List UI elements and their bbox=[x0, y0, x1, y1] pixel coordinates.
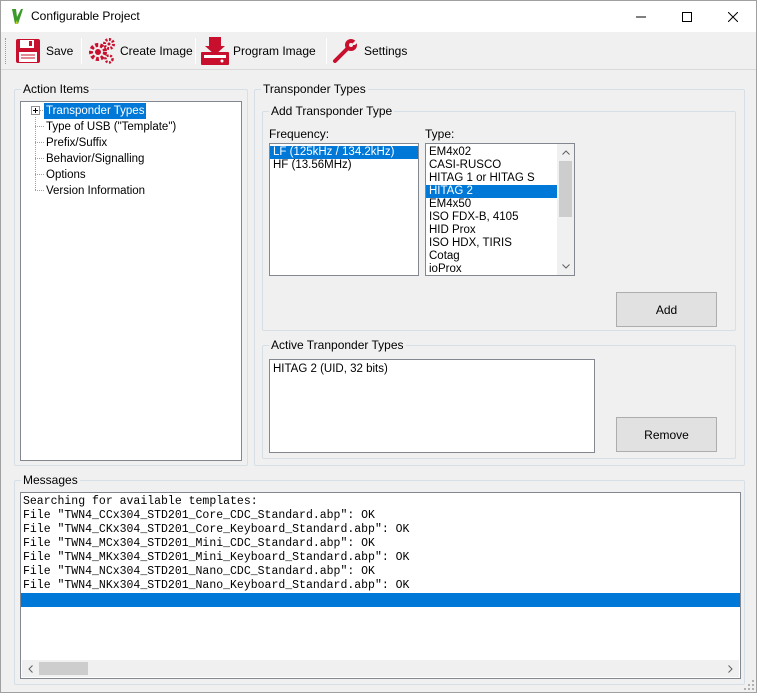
active-types-listbox[interactable]: HITAG 2 (UID, 32 bits) bbox=[269, 359, 595, 453]
transponder-types-title: Transponder Types bbox=[261, 82, 368, 96]
active-transponder-types-group: Active Tranponder Types HITAG 2 (UID, 32… bbox=[262, 338, 736, 459]
create-image-button[interactable]: Create Image bbox=[87, 35, 193, 67]
add-transponder-type-title: Add Transponder Type bbox=[269, 104, 395, 118]
scroll-left-button[interactable] bbox=[22, 660, 39, 677]
tree-item-version-information[interactable]: Version Information bbox=[44, 183, 147, 199]
type-list-scrollbar[interactable] bbox=[557, 144, 574, 275]
tree-item-prefix-suffix[interactable]: Prefix/Suffix bbox=[44, 135, 109, 151]
active-type-item[interactable]: HITAG 2 (UID, 32 bits) bbox=[270, 363, 594, 376]
save-button[interactable]: Save bbox=[13, 35, 73, 67]
frequency-option[interactable]: LF (125kHz / 134.2kHz) bbox=[270, 146, 418, 159]
close-icon bbox=[728, 11, 738, 22]
program-image-button[interactable]: Program Image bbox=[200, 35, 316, 67]
type-option[interactable]: ISO HDX, TIRIS bbox=[426, 237, 557, 250]
action-items-group: Action Items Transponder Types Type of U… bbox=[14, 82, 248, 466]
frequency-listbox[interactable]: LF (125kHz / 134.2kHz) HF (13.56MHz) bbox=[269, 143, 419, 276]
transponder-types-group: Transponder Types Add Transponder Type F… bbox=[254, 82, 745, 466]
chevron-up-icon bbox=[561, 150, 570, 155]
settings-button-label: Settings bbox=[364, 44, 408, 58]
type-option[interactable]: ISO FDX-B, 4105 bbox=[426, 211, 557, 224]
type-option[interactable]: HITAG 2 bbox=[426, 185, 557, 198]
settings-button[interactable]: Settings bbox=[331, 35, 407, 67]
toolbar-separator bbox=[326, 38, 327, 64]
program-image-button-label: Program Image bbox=[233, 44, 316, 58]
type-option[interactable]: HID Prox bbox=[426, 224, 557, 237]
toolbar-separator bbox=[81, 38, 82, 64]
type-option[interactable]: EM4x50 bbox=[426, 198, 557, 211]
type-label: Type: bbox=[425, 127, 455, 141]
message-line: File "TWN4_CKx304_STD201_Core_Keyboard_S… bbox=[23, 523, 410, 536]
message-line-selected[interactable] bbox=[21, 593, 740, 607]
tree-item-options[interactable]: Options bbox=[44, 167, 88, 183]
tree-item-transponder-types[interactable]: Transponder Types bbox=[44, 103, 147, 119]
chevron-left-icon bbox=[28, 664, 33, 673]
create-image-button-label: Create Image bbox=[120, 44, 193, 58]
toolbar: Save Create Image Program Image Settings bbox=[1, 32, 756, 70]
message-line: File "TWN4_CCx304_STD201_Core_CDC_Standa… bbox=[23, 509, 375, 522]
toolbar-separator bbox=[195, 38, 196, 64]
save-button-label: Save bbox=[46, 44, 74, 58]
floppy-disk-icon bbox=[16, 39, 40, 63]
message-line: Searching for available templates: bbox=[23, 495, 258, 508]
message-line: File "TWN4_MCx304_STD201_Mini_CDC_Standa… bbox=[23, 537, 375, 550]
main-window: Configurable Project Save Create Image P… bbox=[0, 0, 757, 693]
action-items-title: Action Items bbox=[21, 82, 92, 96]
messages-horizontal-scrollbar[interactable] bbox=[22, 660, 739, 677]
maximize-icon bbox=[682, 11, 692, 22]
type-listbox[interactable]: EM4x02 CASI-RUSCO HITAG 1 or HITAG S HIT… bbox=[425, 143, 575, 276]
title-bar[interactable]: Configurable Project bbox=[1, 1, 756, 32]
toolbar-grip[interactable] bbox=[5, 38, 8, 64]
wrench-icon bbox=[333, 37, 359, 63]
gears-icon bbox=[89, 38, 115, 64]
window-title: Configurable Project bbox=[31, 9, 140, 23]
scroll-thumb[interactable] bbox=[559, 161, 572, 217]
messages-title: Messages bbox=[21, 473, 80, 487]
chevron-right-icon bbox=[728, 664, 733, 673]
download-to-device-icon bbox=[201, 37, 229, 65]
messages-log[interactable]: Searching for available templates: File … bbox=[20, 492, 741, 679]
frequency-option[interactable]: HF (13.56MHz) bbox=[270, 159, 418, 172]
message-line: File "TWN4_NCx304_STD201_Nano_CDC_Standa… bbox=[23, 565, 375, 578]
action-items-tree[interactable]: Transponder Types Type of USB ("Template… bbox=[20, 101, 242, 461]
horizontal-scroll-thumb[interactable] bbox=[39, 662, 88, 675]
scroll-up-button[interactable] bbox=[557, 144, 574, 161]
type-option[interactable]: ioProx bbox=[426, 263, 557, 275]
minimize-icon bbox=[636, 16, 646, 17]
maximize-button[interactable] bbox=[664, 1, 710, 32]
message-line: File "TWN4_NKx304_STD201_Nano_Keyboard_S… bbox=[23, 579, 410, 592]
remove-button[interactable]: Remove bbox=[616, 417, 717, 452]
tree-item-type-of-usb[interactable]: Type of USB ("Template") bbox=[44, 119, 178, 135]
messages-group: Messages Searching for available templat… bbox=[14, 473, 745, 685]
tree-item-behavior-signalling[interactable]: Behavior/Signalling bbox=[44, 151, 146, 167]
resize-grip-icon[interactable] bbox=[744, 680, 754, 690]
type-option[interactable]: HITAG 1 or HITAG S bbox=[426, 172, 557, 185]
active-transponder-types-title: Active Tranponder Types bbox=[269, 338, 406, 352]
chevron-down-icon bbox=[561, 264, 570, 269]
close-button[interactable] bbox=[710, 1, 756, 32]
type-option[interactable]: EM4x02 bbox=[426, 146, 557, 159]
expand-icon[interactable] bbox=[31, 106, 40, 115]
add-transponder-type-group: Add Transponder Type Frequency: LF (125k… bbox=[262, 104, 736, 331]
frequency-label: Frequency: bbox=[269, 127, 330, 141]
type-option[interactable]: Cotag bbox=[426, 250, 557, 263]
minimize-button[interactable] bbox=[618, 1, 664, 32]
type-option[interactable]: CASI-RUSCO bbox=[426, 159, 557, 172]
scroll-right-button[interactable] bbox=[722, 660, 739, 677]
app-logo-icon bbox=[12, 9, 23, 24]
message-line: File "TWN4_MKx304_STD201_Mini_Keyboard_S… bbox=[23, 551, 410, 564]
add-button[interactable]: Add bbox=[616, 292, 717, 327]
scroll-down-button[interactable] bbox=[557, 258, 574, 275]
